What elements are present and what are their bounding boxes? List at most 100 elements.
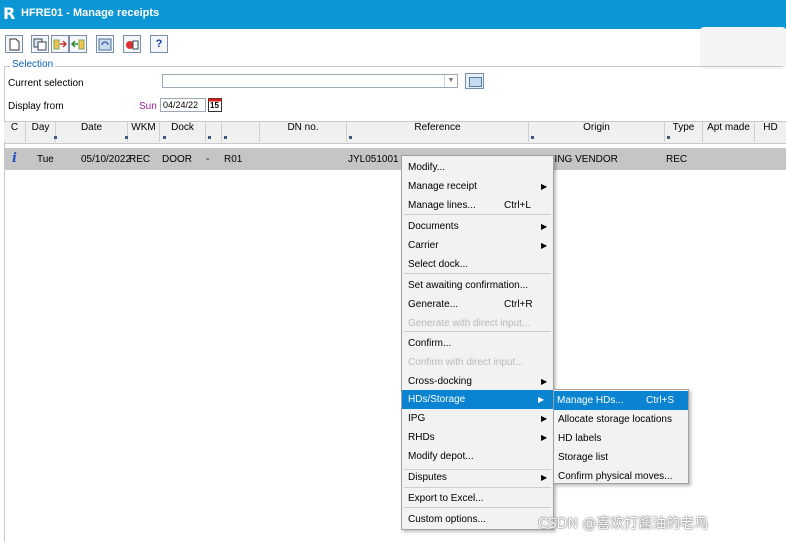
menu-item-hds-storage[interactable]: HDs/Storage ▶ [402,390,553,409]
submenu-item-hd-labels[interactable]: HD labels [555,429,688,448]
selection-browse-button[interactable] [465,73,484,89]
chevron-right-icon: ▶ [541,473,548,482]
submenu-item-label: Allocate storage locations [558,414,672,425]
print-icon[interactable] [123,35,141,53]
cell-wkm: REC [129,154,151,165]
menu-item-carrier[interactable]: Carrier ▶ [405,236,551,255]
menu-item-confirm-with-direct-input: Confirm with direct input... [405,353,551,372]
column-header-dock[interactable]: Dock [160,121,206,142]
submenu-item-label: Manage HDs... [557,395,624,406]
menu-item-documents[interactable]: Documents ▶ [405,217,551,236]
menu-item-label: Modify depot... [408,451,474,462]
menu-item-modify[interactable]: Modify... [405,158,551,177]
blurred-region [700,27,786,69]
calendar-icon[interactable]: 15 [208,98,222,112]
column-header-wkm[interactable]: WKM [128,121,160,142]
column-header-hd[interactable]: HD [755,121,786,142]
chevron-right-icon: ▶ [541,377,548,386]
menu-item-label: Manage lines... [408,200,476,211]
cell-dock: DOOR [162,154,192,165]
menu-separator [404,273,551,274]
refresh-icon[interactable] [96,35,114,53]
help-icon[interactable]: ? [150,35,168,53]
copy-icon[interactable] [31,35,49,53]
selection-group-label: Selection [10,59,56,70]
menu-item-label: Disputes [408,472,447,483]
filter-marker [667,136,670,139]
menu-item-generate[interactable]: Generate... Ctrl+R [405,295,551,314]
menu-item-cross-docking[interactable]: Cross-docking ▶ [405,372,551,391]
menu-separator [404,214,551,215]
menu-item-label: Generate... [408,299,459,310]
cell-reference: JYL051001 [348,154,399,165]
submenu-item-allocate-storage-locations[interactable]: Allocate storage locations [555,410,688,429]
menu-item-label: Manage receipt [408,181,477,192]
menu-item-label: Carrier [408,240,439,251]
submenu-item-shortcut: Ctrl+S [646,395,675,406]
menu-item-disputes[interactable]: Disputes ▶ [405,468,551,487]
column-header-date[interactable]: Date [56,121,128,142]
menu-item-manage-receipt[interactable]: Manage receipt ▶ [405,177,551,196]
menu-item-shortcut: Ctrl+R [504,299,533,310]
new-document-icon[interactable] [5,35,23,53]
chevron-right-icon: ▶ [541,414,548,423]
submenu-item-label: Confirm physical moves... [558,471,673,482]
cell-dash: - [206,154,210,165]
column-header-day[interactable]: Day [26,121,56,142]
menu-item-custom-options[interactable]: Custom options... [405,510,551,529]
column-header-type[interactable]: Type [665,121,703,142]
chevron-right-icon: ▶ [541,241,548,250]
menu-separator [404,469,551,470]
menu-item-modify-depot[interactable]: Modify depot... [405,447,551,466]
current-selection-label: Current selection [8,78,84,89]
filter-marker [531,136,534,139]
submenu-item-confirm-physical-moves[interactable]: Confirm physical moves... [555,467,688,486]
menu-item-set-awaiting-confirmation[interactable]: Set awaiting confirmation... [405,276,551,295]
menu-separator [404,331,551,332]
filter-marker [125,136,128,139]
menu-item-label: Export to Excel... [408,493,484,504]
menu-item-ipg[interactable]: IPG ▶ [405,409,551,428]
chevron-right-icon: ▶ [541,222,548,231]
filter-marker [54,136,57,139]
submenu-item-storage-list[interactable]: Storage list [555,448,688,467]
grid-left-border [4,142,5,542]
menu-item-label: IPG [408,413,426,424]
window-title: HFRE01 - Manage receipts [21,7,160,19]
filter-marker [163,136,166,139]
submenu-item-manage-hds[interactable]: Manage HDs... Ctrl+S [554,391,688,410]
column-header-reference[interactable]: Reference [347,121,529,142]
chevron-down-icon[interactable]: ▼ [444,75,457,87]
column-header-apt-made[interactable]: Apt made [703,121,755,142]
filter-marker [224,136,227,139]
cell-type: REC [666,154,688,165]
chevron-right-icon: ▶ [538,395,545,404]
menu-item-label: Select dock... [408,259,469,270]
menu-separator [404,487,551,488]
menu-item-label: Confirm... [408,338,452,349]
menu-item-label: Set awaiting confirmation... [408,280,529,291]
submenu-item-label: Storage list [558,452,609,463]
menu-item-shortcut: Ctrl+L [504,200,531,211]
menu-item-label: Custom options... [408,514,486,525]
menu-item-confirm[interactable]: Confirm... [405,334,551,353]
menu-item-label: Modify... [408,162,446,173]
column-header-c[interactable]: C [4,121,26,142]
menu-item-rhds[interactable]: RHDs ▶ [405,428,551,447]
column-header-origin[interactable]: Origin [529,121,665,142]
menu-item-label: HDs/Storage [408,394,466,405]
column-header-dn-no[interactable]: DN no. [260,121,347,142]
filter-marker [208,136,211,139]
menu-item-select-dock[interactable]: Select dock... [405,255,551,274]
column-header-blank-2[interactable] [222,121,260,142]
info-icon[interactable]: i [12,151,17,166]
display-from-date-input[interactable]: 04/24/22 [160,98,206,112]
import-icon[interactable] [69,35,87,53]
menu-item-export-to-excel[interactable]: Export to Excel... [405,489,551,508]
menu-item-label: Documents [408,221,459,232]
current-selection-combo[interactable]: ▼ [162,74,458,88]
menu-item-manage-lines[interactable]: Manage lines... Ctrl+L [405,196,551,215]
cell-date: 05/10/2022 [81,154,132,165]
menu-separator [404,507,551,508]
transfer-icon[interactable] [51,35,69,53]
